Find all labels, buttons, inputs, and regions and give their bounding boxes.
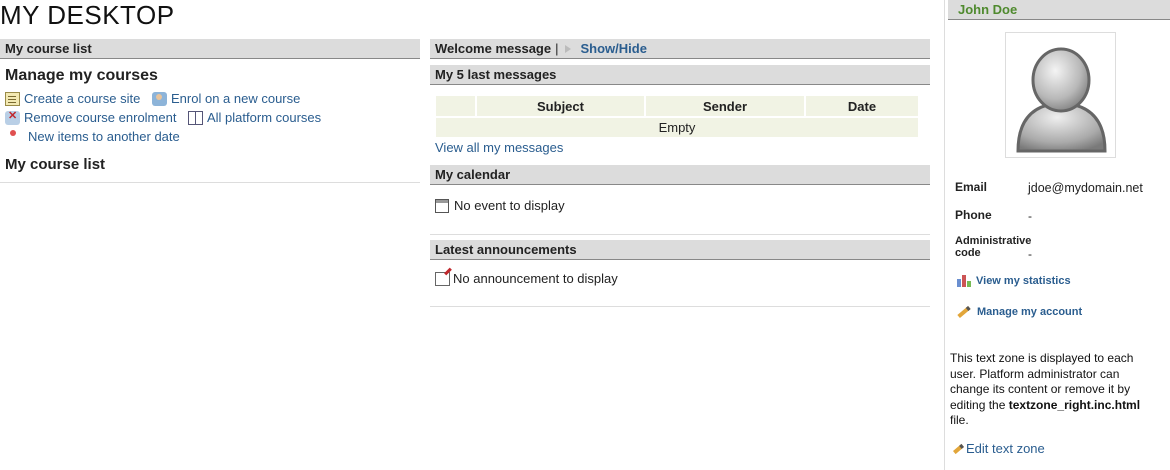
view-statistics-label: View my statistics [976, 275, 1071, 287]
divider [0, 182, 420, 183]
textzone: This text zone is displayed to each user… [950, 351, 1162, 429]
messages-bar: My 5 last messages [430, 65, 930, 85]
email-value: jdoe@mydomain.net [1028, 181, 1143, 195]
welcome-label: Welcome message [435, 41, 552, 56]
announcements-line: No announcement to display [435, 271, 618, 286]
manage-courses-title: Manage my courses [5, 67, 158, 84]
course-list-bar: My course list [0, 39, 420, 59]
bullet-icon [10, 129, 16, 136]
calendar-line: No event to display [435, 198, 565, 213]
user-silhouette-icon [1016, 47, 1107, 153]
remove-enrolment-icon [5, 109, 20, 125]
all-courses-label: All platform courses [207, 110, 322, 125]
create-course-label: Create a course site [24, 91, 141, 106]
enrol-course-label: Enrol on a new course [171, 91, 301, 106]
main-panel: Welcome message | Show/Hide My 5 last me… [430, 39, 930, 307]
textzone-file: textzone_right.inc.html [1008, 397, 1141, 412]
course-list-title: My course list [5, 156, 106, 173]
page-title: MY DESKTOP [0, 0, 175, 30]
create-course-icon [5, 91, 20, 106]
divider [430, 306, 930, 307]
divider [430, 234, 930, 235]
empty-cell: Empty [436, 116, 918, 137]
table-header-subject: Subject [475, 96, 645, 117]
statistics-icon [957, 275, 971, 287]
email-label: Email [955, 180, 988, 194]
table-header-date: Date [804, 96, 918, 117]
textzone-end: file. [950, 413, 969, 427]
table-header-sender: Sender [644, 96, 805, 117]
announcement-icon [435, 271, 450, 286]
create-course-link[interactable]: Create a course site [5, 91, 140, 106]
table-header-blank [436, 96, 476, 117]
phone-label: Phone [955, 208, 992, 222]
enrol-icon [152, 91, 167, 106]
calendar-empty-text: No event to display [454, 198, 565, 213]
announcements-bar: Latest announcements [430, 240, 930, 260]
all-courses-link[interactable]: All platform courses [188, 110, 321, 125]
new-items-label: New items to another date [28, 129, 180, 144]
edit-textzone-label: Edit text zone [966, 441, 1045, 456]
course-list-panel: My course list Manage my courses Create … [0, 39, 420, 183]
view-statistics-link[interactable]: View my statistics [957, 275, 1071, 287]
pencil-icon [957, 305, 971, 319]
avatar [1005, 32, 1116, 158]
welcome-bar: Welcome message | Show/Hide [430, 39, 930, 59]
book-icon [188, 110, 203, 125]
phone-value: - [1028, 209, 1032, 223]
pencil-icon [953, 443, 964, 454]
view-all-messages-link[interactable]: View all my messages [435, 140, 563, 155]
user-name: John Doe [948, 0, 1170, 20]
calendar-bar: My calendar [430, 165, 930, 185]
remove-enrolment-label: Remove course enrolment [24, 110, 177, 125]
calendar-icon [435, 198, 449, 213]
manage-account-link[interactable]: Manage my account [957, 305, 1083, 319]
manage-account-label: Manage my account [977, 306, 1083, 318]
edit-textzone-link[interactable]: Edit text zone [953, 441, 1045, 456]
messages-table: Subject Sender Date Empty [436, 96, 918, 137]
table-row: Empty [436, 116, 918, 137]
new-items-date-link[interactable]: New items to another date [10, 129, 180, 144]
play-icon [564, 44, 571, 53]
remove-enrolment-link[interactable]: Remove course enrolment [5, 109, 177, 125]
separator: | [555, 41, 559, 56]
enrol-course-link[interactable]: Enrol on a new course [152, 91, 300, 106]
admin-code-value: - [1028, 247, 1032, 261]
show-hide-link[interactable]: Show/Hide [581, 39, 647, 58]
announcements-empty-text: No announcement to display [453, 271, 618, 286]
user-panel: John Doe Email jdoe@mydomain.net Phone -… [944, 0, 1170, 470]
